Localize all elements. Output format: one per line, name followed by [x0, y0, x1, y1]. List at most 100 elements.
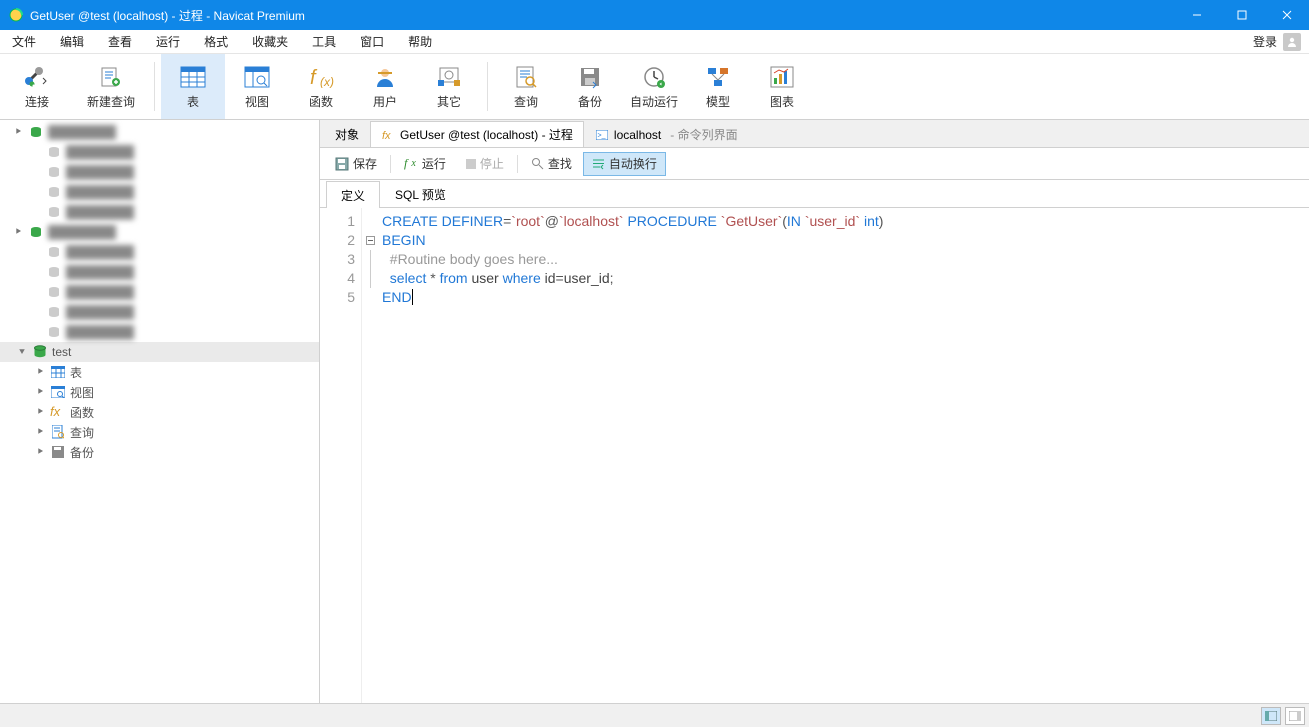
- code-editor[interactable]: 12345 CREATE DEFINER=`root`@`localhost` …: [320, 208, 1309, 703]
- new-query-icon: [97, 63, 125, 91]
- ribbon-model[interactable]: 模型: [686, 54, 750, 119]
- menu-收藏夹[interactable]: 收藏夹: [240, 30, 300, 53]
- tree-label: 视图: [70, 384, 94, 401]
- line-gutter: 12345: [320, 208, 362, 703]
- document-tabs: 对象 fx GetUser @test (localhost) - 过程 >_loca…: [320, 120, 1309, 148]
- tab-objects[interactable]: 对象: [324, 121, 370, 147]
- editor-toolbar: 保存 fx运行 停止 查找 自动换行: [320, 148, 1309, 180]
- fx-icon: fx: [50, 404, 66, 420]
- layout-left-button[interactable]: [1261, 707, 1281, 725]
- tree-label: 表: [70, 364, 82, 381]
- run-button[interactable]: fx运行: [395, 152, 455, 176]
- find-button[interactable]: 查找: [522, 152, 581, 176]
- fold-column[interactable]: [362, 208, 378, 703]
- connection-item[interactable]: ████████: [0, 282, 319, 302]
- run-label: 运行: [422, 155, 446, 172]
- connection-tree: ⯈███████████████████████████████████████…: [0, 120, 319, 464]
- ribbon-label: 用户: [373, 93, 397, 110]
- table-icon: [179, 63, 207, 91]
- ribbon: 连接新建查询 表视图 f(x) 函数 用户 其它查询备份 自动运行模型图表: [0, 54, 1309, 120]
- connection-item[interactable]: ████████: [0, 182, 319, 202]
- tree-label: 备份: [70, 444, 94, 461]
- database-icon: [32, 344, 48, 360]
- chevron-right-icon[interactable]: ⯈: [34, 447, 46, 458]
- menu-运行[interactable]: 运行: [144, 30, 192, 53]
- view-icon: [243, 63, 271, 91]
- menu-编辑[interactable]: 编辑: [48, 30, 96, 53]
- tree-queries[interactable]: ⯈查询: [0, 422, 319, 442]
- sidebar[interactable]: ⯈███████████████████████████████████████…: [0, 120, 320, 703]
- code-area[interactable]: CREATE DEFINER=`root`@`localhost` PROCED…: [378, 208, 1309, 703]
- db-test[interactable]: ⯆test: [0, 342, 319, 362]
- close-button[interactable]: [1264, 0, 1309, 30]
- window-title: GetUser @test (localhost) - 过程 - Navicat…: [30, 7, 305, 24]
- ribbon-auto-run[interactable]: 自动运行: [622, 54, 686, 119]
- separator: [517, 155, 518, 173]
- menu-文件[interactable]: 文件: [0, 30, 48, 53]
- subtab-定义[interactable]: 定义: [326, 181, 380, 208]
- ribbon-function[interactable]: f(x) 函数: [289, 54, 353, 119]
- svg-text:f: f: [310, 67, 318, 88]
- ribbon-new-query[interactable]: 新建查询: [74, 54, 148, 119]
- tab-proc[interactable]: fx GetUser @test (localhost) - 过程: [370, 121, 584, 147]
- login-link[interactable]: 登录: [1245, 30, 1309, 53]
- stop-button: 停止: [457, 152, 513, 176]
- maximize-button[interactable]: [1219, 0, 1264, 30]
- right-pane: 对象 fx GetUser @test (localhost) - 过程 >_loca…: [320, 120, 1309, 703]
- tab-cmd[interactable]: >_localhost - 命令列界面: [584, 121, 749, 147]
- ribbon-backup[interactable]: 备份: [558, 54, 622, 119]
- tab-label: 对象: [335, 126, 359, 143]
- connection-item[interactable]: ████████: [0, 262, 319, 282]
- chevron-right-icon[interactable]: ⯈: [34, 387, 46, 398]
- ribbon-user[interactable]: 用户: [353, 54, 417, 119]
- save-label: 保存: [353, 155, 377, 172]
- backup-icon: [576, 63, 604, 91]
- main: ⯈███████████████████████████████████████…: [0, 120, 1309, 703]
- tab-sublabel: - 命令列界面: [670, 126, 737, 143]
- chevron-right-icon[interactable]: ⯈: [34, 367, 46, 378]
- table-icon: [50, 364, 66, 380]
- ribbon-connect[interactable]: 连接: [0, 54, 74, 119]
- chevron-down-icon[interactable]: ⯆: [16, 347, 28, 358]
- chevron-right-icon[interactable]: ⯈: [34, 407, 46, 418]
- menu-窗口[interactable]: 窗口: [348, 30, 396, 53]
- connection-item[interactable]: ████████: [0, 242, 319, 262]
- ribbon-label: 新建查询: [87, 93, 135, 110]
- ribbon-table[interactable]: 表: [161, 54, 225, 119]
- subtab-SQL 预览[interactable]: SQL 预览: [380, 180, 461, 207]
- ribbon-other[interactable]: 其它: [417, 54, 481, 119]
- connection-item[interactable]: ████████: [0, 202, 319, 222]
- menu-查看[interactable]: 查看: [96, 30, 144, 53]
- ribbon-chart[interactable]: 图表: [750, 54, 814, 119]
- minimize-button[interactable]: [1174, 0, 1219, 30]
- menu-格式[interactable]: 格式: [192, 30, 240, 53]
- query-icon: [512, 63, 540, 91]
- connection-item[interactable]: ████████: [0, 142, 319, 162]
- ribbon-view[interactable]: 视图: [225, 54, 289, 119]
- connection-item[interactable]: ⯈████████: [0, 122, 319, 142]
- connection-item[interactable]: ████████: [0, 302, 319, 322]
- tree-functions[interactable]: ⯈fx函数: [0, 402, 319, 422]
- ribbon-label: 备份: [578, 93, 602, 110]
- layout-right-button[interactable]: [1285, 707, 1305, 725]
- ribbon-query[interactable]: 查询: [494, 54, 558, 119]
- editor-subtabs: 定义SQL 预览: [320, 180, 1309, 208]
- menu-帮助[interactable]: 帮助: [396, 30, 444, 53]
- auto-run-icon: [640, 63, 668, 91]
- function-icon: f(x): [307, 63, 335, 91]
- save-button[interactable]: 保存: [326, 152, 386, 176]
- tree-views[interactable]: ⯈ 视图: [0, 382, 319, 402]
- menu-工具[interactable]: 工具: [300, 30, 348, 53]
- tree-backups[interactable]: ⯈ 备份: [0, 442, 319, 462]
- connection-item[interactable]: ████████: [0, 322, 319, 342]
- fx-icon: fx: [381, 128, 395, 142]
- ribbon-label: 函数: [309, 93, 333, 110]
- wrap-button[interactable]: 自动换行: [583, 152, 666, 176]
- tree-tables[interactable]: ⯈表: [0, 362, 319, 382]
- connection-item[interactable]: ████████: [0, 162, 319, 182]
- ribbon-label: 自动运行: [630, 93, 678, 110]
- menubar: 文件编辑查看运行格式收藏夹工具窗口帮助 登录: [0, 30, 1309, 54]
- chevron-right-icon[interactable]: ⯈: [34, 427, 46, 438]
- connection-item[interactable]: ⯈████████: [0, 222, 319, 242]
- tab-label: GetUser @test (localhost) - 过程: [400, 126, 573, 143]
